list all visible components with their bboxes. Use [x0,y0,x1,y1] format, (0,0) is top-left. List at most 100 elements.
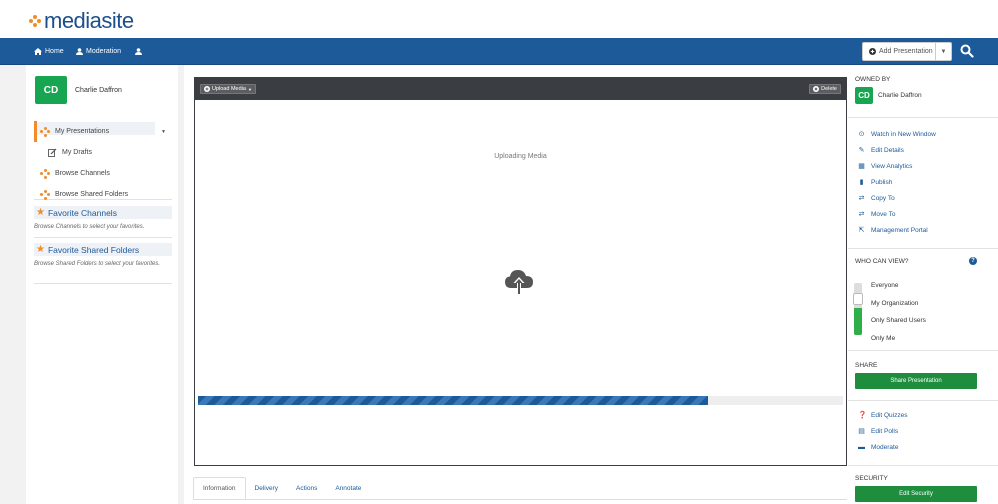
action-watch-new-window[interactable]: ⊙ Watch in New Window [858,126,936,142]
favorite-channels-header: ★ Favorite Channels [34,206,172,219]
section-divider [848,350,998,351]
add-presentation-label: Add Presentation [879,48,933,55]
action-label: Watch in New Window [871,130,936,138]
visibility-slider[interactable] [853,283,863,335]
presentations-icon [40,126,50,137]
star-icon: ★ [36,244,45,255]
add-presentation-dropdown[interactable]: ▼ [935,43,951,60]
tool-label: Edit Polls [871,427,899,435]
delete-label: Delete [821,86,837,92]
action-label: Copy To [871,194,895,202]
edit-icon [48,148,57,157]
upload-media-button[interactable]: Upload Media ▼ [200,84,256,94]
move-icon: ⇄ [858,211,865,218]
media-player: Upload Media ▼ Delete Uploading Media [194,77,847,466]
action-management-portal[interactable]: ⇱ Management Portal [858,222,936,238]
star-icon: ★ [36,207,45,218]
action-move-to[interactable]: ⇄ Move To [858,206,936,222]
search-button[interactable] [960,44,976,60]
user-name: Charlie Daffron [75,86,122,94]
upload-status-text: Uploading Media [494,153,547,160]
poll-icon: ▤ [858,428,865,435]
sidebar-item-label: My Presentations [55,128,110,135]
nav-moderation[interactable]: Moderation [76,38,121,65]
question-icon: ❓ [858,412,867,419]
section-divider [848,248,998,249]
favorite-channels-note: Browse Channels to select your favorites… [34,224,145,230]
book-icon: ▮ [859,179,864,186]
tool-edit-polls[interactable]: ▤ Edit Polls [858,423,908,439]
action-view-analytics[interactable]: ▦ View Analytics [858,158,936,174]
nav-profile[interactable] [135,38,142,65]
action-label: Edit Details [871,146,904,154]
mediasite-logo[interactable]: mediasite [28,8,134,34]
add-presentation-main[interactable]: Add Presentation [863,48,935,55]
sidebar-divider [34,199,172,200]
chart-icon: ▦ [858,163,865,170]
app-header: mediasite [0,0,998,38]
tool-label: Edit Quizzes [871,411,908,419]
caret-down-icon: ▼ [247,86,252,92]
presentation-actions: ⊙ Watch in New Window ✎ Edit Details ▦ V… [858,126,936,238]
section-divider [848,117,998,118]
tab-annotate[interactable]: Annotate [326,477,370,499]
visibility-option-my-organization[interactable]: My Organization [871,295,926,313]
tab-information[interactable]: Information [193,477,246,499]
comment-icon: ▬ [858,443,865,451]
chevron-down-icon[interactable]: ▼ [161,129,166,135]
close-circle-icon [813,86,820,92]
favorite-folders-header: ★ Favorite Shared Folders [34,243,172,256]
owned-by-title: OWNED BY [855,76,891,83]
action-label: Publish [871,178,893,186]
visibility-option-only-me[interactable]: Only Me [871,330,926,348]
owner-name: Charlie Daffron [878,92,922,99]
sidebar-item-browse-shared-folders[interactable]: Browse Shared Folders [34,184,172,205]
favorite-channels-title: Favorite Channels [47,207,117,218]
shared-folders-icon [40,189,50,200]
home-icon [34,48,42,55]
tool-label: Moderate [871,443,899,451]
presentation-tabs: Information Delivery Actions Annotate [193,477,847,500]
add-presentation-button[interactable]: Add Presentation ▼ [862,42,952,61]
play-circle-icon: ⊙ [858,131,865,138]
visibility-option-everyone[interactable]: Everyone [871,277,926,295]
action-copy-to[interactable]: ⇄ Copy To [858,190,936,206]
user-card[interactable]: CD Charlie Daffron [35,76,122,104]
delete-button[interactable]: Delete [809,84,841,94]
caret-down-icon: ▼ [940,48,947,55]
action-label: Management Portal [871,226,928,234]
sidebar-item-my-drafts[interactable]: My Drafts [34,142,172,163]
nav-home[interactable]: Home [34,38,64,65]
copy-icon: ⇄ [858,195,865,202]
edit-security-button[interactable]: Edit Security [855,486,977,502]
sidebar-item-label: Browse Shared Folders [55,191,129,198]
help-icon[interactable]: ? [969,257,977,265]
main-navbar: Home Moderation [0,38,998,65]
tool-edit-quizzes[interactable]: ❓ Edit Quizzes [858,407,908,423]
share-presentation-button[interactable]: Share Presentation [855,373,977,389]
visibility-slider-handle[interactable] [853,293,863,305]
action-label: View Analytics [871,162,913,170]
action-publish[interactable]: ▮ Publish [858,174,936,190]
sidebar-divider [34,237,172,238]
security-title: SECURITY [855,475,888,482]
edit-icon: ✎ [858,147,865,154]
owner-card: CD Charlie Daffron [855,87,922,104]
portal-icon: ⇱ [858,227,865,234]
section-divider [848,465,998,466]
visibility-option-only-shared-users[interactable]: Only Shared Users [871,312,926,330]
player-toolbar: Upload Media ▼ Delete [195,78,846,100]
logo-dots-icon [28,14,42,28]
left-sidebar: CD Charlie Daffron My Presentations ▼ My… [26,65,178,504]
profile-icon [135,48,142,55]
user-avatar: CD [35,76,67,104]
action-edit-details[interactable]: ✎ Edit Details [858,142,936,158]
channels-icon [40,168,50,179]
sidebar-item-browse-channels[interactable]: Browse Channels [34,163,172,184]
tab-delivery[interactable]: Delivery [246,477,287,499]
tool-moderate[interactable]: ▬ Moderate [858,439,908,455]
tab-actions[interactable]: Actions [287,477,326,499]
visibility-slider-fill [854,308,862,335]
who-can-view-title: WHO CAN VIEW? [855,258,909,265]
sidebar-item-my-presentations[interactable]: My Presentations ▼ [34,121,172,142]
